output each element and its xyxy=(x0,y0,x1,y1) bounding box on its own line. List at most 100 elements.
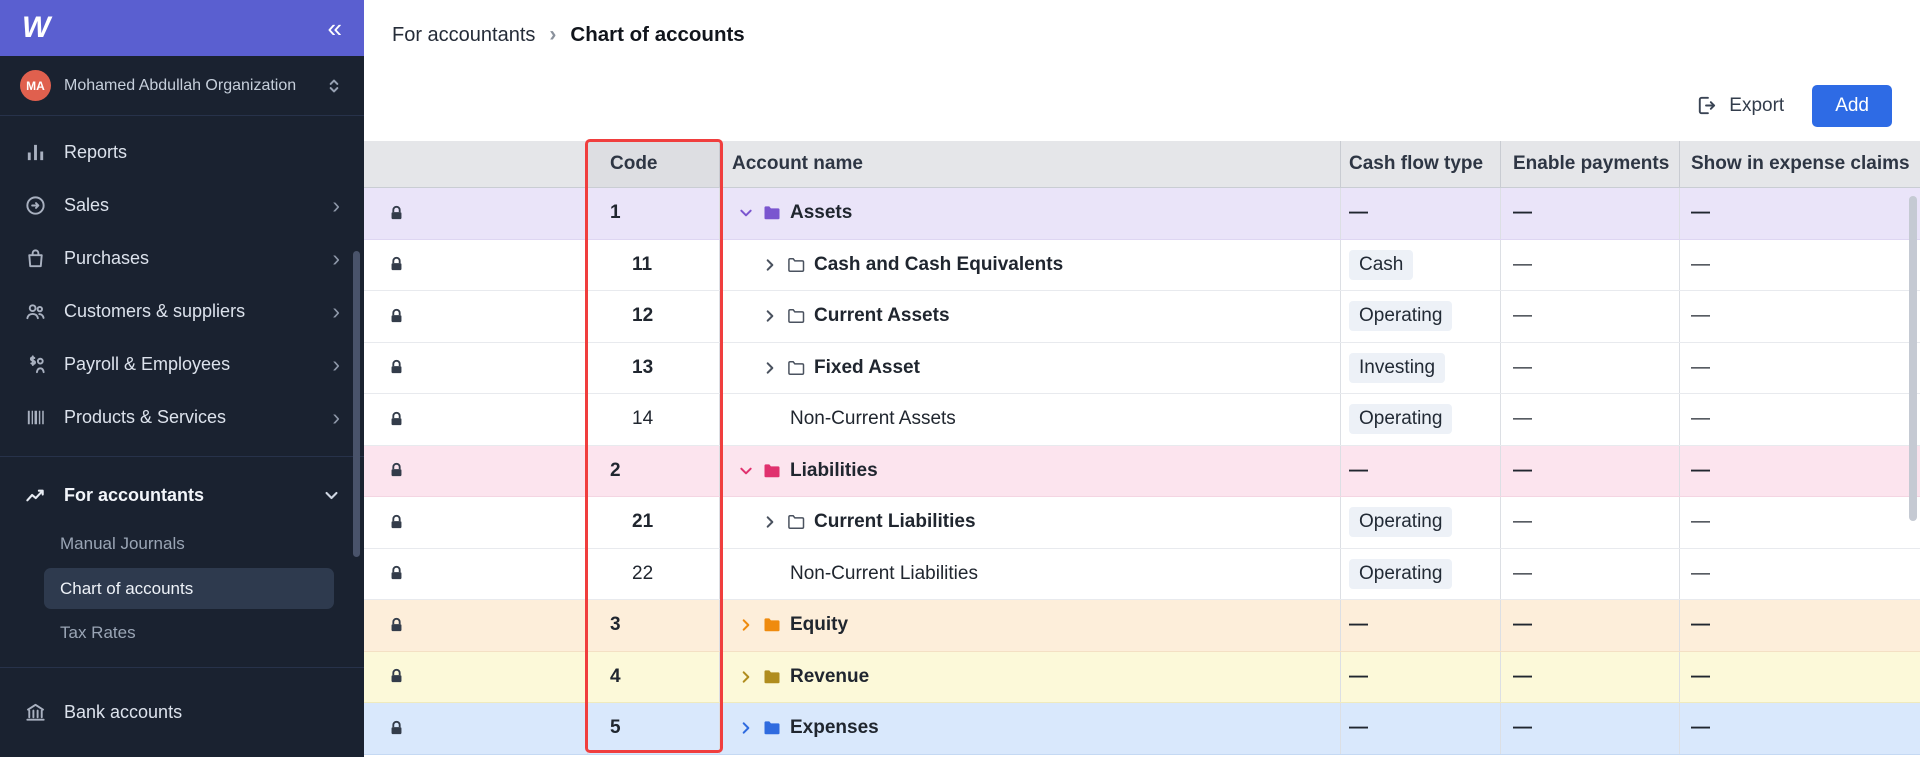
expense-claims-value: — xyxy=(1691,408,1710,430)
page-title: Chart of accounts xyxy=(570,23,745,46)
sidebar-item-payroll-employees[interactable]: Payroll & Employees › xyxy=(0,338,364,391)
sidebar-item-label: Bank accounts xyxy=(64,702,183,722)
sidebar-item-sales[interactable]: Sales › xyxy=(0,179,364,232)
purchases-icon xyxy=(24,247,47,270)
enable-payments-value: — xyxy=(1513,665,1532,687)
expand-row-icon[interactable] xyxy=(738,720,754,736)
sidebar: W « MA Mohamed Abdullah Organization Rep… xyxy=(0,0,364,757)
trending-chart-icon xyxy=(24,484,47,507)
lock-column-header xyxy=(364,141,588,187)
org-switch-icon xyxy=(324,76,344,96)
toolbar: Export Add xyxy=(1695,70,1920,141)
export-button[interactable]: Export xyxy=(1695,94,1784,117)
sidebar-collapse-icon[interactable]: « xyxy=(328,15,342,41)
sidebar-item-for-accountants[interactable]: For accountants xyxy=(0,469,364,522)
expand-row-icon[interactable] xyxy=(738,669,754,685)
enable-payments-value: — xyxy=(1513,253,1532,275)
account-name: Cash and Cash Equivalents xyxy=(814,253,1064,275)
collapse-row-icon[interactable] xyxy=(738,463,754,479)
sidebar-header: W « xyxy=(0,0,364,56)
expand-row-icon[interactable] xyxy=(738,617,754,633)
sidebar-item-label: Products & Services xyxy=(64,407,227,427)
table-row-revenue[interactable]: 4 Revenue — — — xyxy=(364,651,1920,703)
app-logo: W xyxy=(22,11,50,44)
account-code: 14 xyxy=(632,408,654,430)
account-code: 11 xyxy=(632,253,653,275)
sidebar-item-label: For accountants xyxy=(64,485,205,505)
sidebar-item-tax-rates[interactable]: Tax Rates xyxy=(0,611,364,655)
main-content: For accountants › Chart of accounts Expo… xyxy=(364,0,1920,757)
customers-icon xyxy=(24,300,47,323)
bank-icon xyxy=(24,701,47,724)
sidebar-item-label: Sales xyxy=(64,195,110,215)
sidebar-item-manual-journals[interactable]: Manual Journals xyxy=(0,522,364,566)
table-row-assets[interactable]: 1 Assets — — — xyxy=(364,188,1920,240)
sidebar-item-products-services[interactable]: Products & Services › xyxy=(0,391,364,444)
expense-claims-value: — xyxy=(1691,511,1710,533)
sales-icon xyxy=(24,194,47,217)
sidebar-divider xyxy=(0,456,364,457)
account-name: Liabilities xyxy=(790,459,878,481)
lock-icon xyxy=(388,462,405,479)
account-code: 12 xyxy=(632,305,654,327)
lock-icon xyxy=(388,359,405,376)
sidebar-nav: Reports Sales › Purchases › Customers & … xyxy=(0,116,364,739)
folder-icon xyxy=(762,667,782,687)
expand-row-icon[interactable] xyxy=(762,360,778,376)
table-header-row: Code Account name Cash flow type Enable … xyxy=(364,141,1920,188)
cash-flow-value: — xyxy=(1349,459,1368,481)
expense-claims-value: — xyxy=(1691,305,1710,327)
enable-payments-value: — xyxy=(1513,408,1532,430)
collapse-row-icon[interactable] xyxy=(738,205,754,221)
account-code: 1 xyxy=(610,202,621,224)
chevron-right-icon: › xyxy=(332,298,340,324)
cash-flow-type-column-header: Cash flow type xyxy=(1341,141,1501,187)
expand-row-icon[interactable] xyxy=(762,514,778,530)
table-row-expenses[interactable]: 5 Expenses — — — xyxy=(364,703,1920,755)
table-row-non-current-liabilities[interactable]: 22 Non-Current Liabilities Operating — — xyxy=(364,548,1920,600)
account-code: 22 xyxy=(632,562,654,584)
account-name: Revenue xyxy=(790,665,870,687)
account-name: Assets xyxy=(790,202,853,224)
expense-claims-value: — xyxy=(1691,665,1710,687)
expense-claims-value: — xyxy=(1691,356,1710,378)
organization-selector[interactable]: MA Mohamed Abdullah Organization xyxy=(0,56,364,116)
table-row-cash-and-cash-equivalents[interactable]: 11 Cash and Cash Equivalents Cash — — xyxy=(364,239,1920,291)
sidebar-item-chart-of-accounts[interactable]: Chart of accounts xyxy=(44,568,334,609)
sidebar-item-reports[interactable]: Reports xyxy=(0,126,364,179)
folder-outline-icon xyxy=(786,255,806,275)
cash-flow-value: Operating xyxy=(1349,558,1453,589)
sidebar-scrollbar[interactable] xyxy=(353,251,360,557)
lock-icon xyxy=(388,514,405,531)
expand-row-icon[interactable] xyxy=(762,308,778,324)
lock-icon xyxy=(388,411,405,428)
account-code: 5 xyxy=(610,717,621,739)
add-button[interactable]: Add xyxy=(1812,84,1892,127)
table-row-liabilities[interactable]: 2 Liabilities — — — xyxy=(364,445,1920,497)
lock-icon xyxy=(388,308,405,325)
expense-claims-value: — xyxy=(1691,202,1710,224)
lock-icon xyxy=(388,205,405,222)
folder-outline-icon xyxy=(786,358,806,378)
account-name-column-header: Account name xyxy=(720,141,1341,187)
account-name: Non-Current Liabilities xyxy=(790,562,978,584)
table-row-non-current-assets[interactable]: 14 Non-Current Assets Operating — — xyxy=(364,394,1920,446)
table-row-current-assets[interactable]: 12 Current Assets Operating — — xyxy=(364,291,1920,343)
table-row-equity[interactable]: 3 Equity — — — xyxy=(364,600,1920,652)
expand-row-icon[interactable] xyxy=(762,257,778,273)
sidebar-item-label: Payroll & Employees xyxy=(64,354,231,374)
table-scrollbar[interactable] xyxy=(1909,196,1917,521)
account-code: 4 xyxy=(610,665,621,687)
table-row-fixed-asset[interactable]: 13 Fixed Asset Investing — — xyxy=(364,342,1920,394)
sidebar-item-purchases[interactable]: Purchases › xyxy=(0,232,364,285)
export-icon xyxy=(1699,96,1716,115)
sidebar-item-customers-suppliers[interactable]: Customers & suppliers › xyxy=(0,285,364,338)
chevron-right-icon: › xyxy=(332,351,340,377)
folder-icon xyxy=(762,461,782,481)
sidebar-item-bank-accounts[interactable]: Bank accounts xyxy=(0,686,364,739)
cash-flow-value: — xyxy=(1349,665,1368,687)
expense-claims-value: — xyxy=(1691,253,1710,275)
payroll-icon xyxy=(24,353,47,376)
breadcrumb-parent[interactable]: For accountants xyxy=(392,24,535,47)
table-row-current-liabilities[interactable]: 21 Current Liabilities Operating — — xyxy=(364,497,1920,549)
